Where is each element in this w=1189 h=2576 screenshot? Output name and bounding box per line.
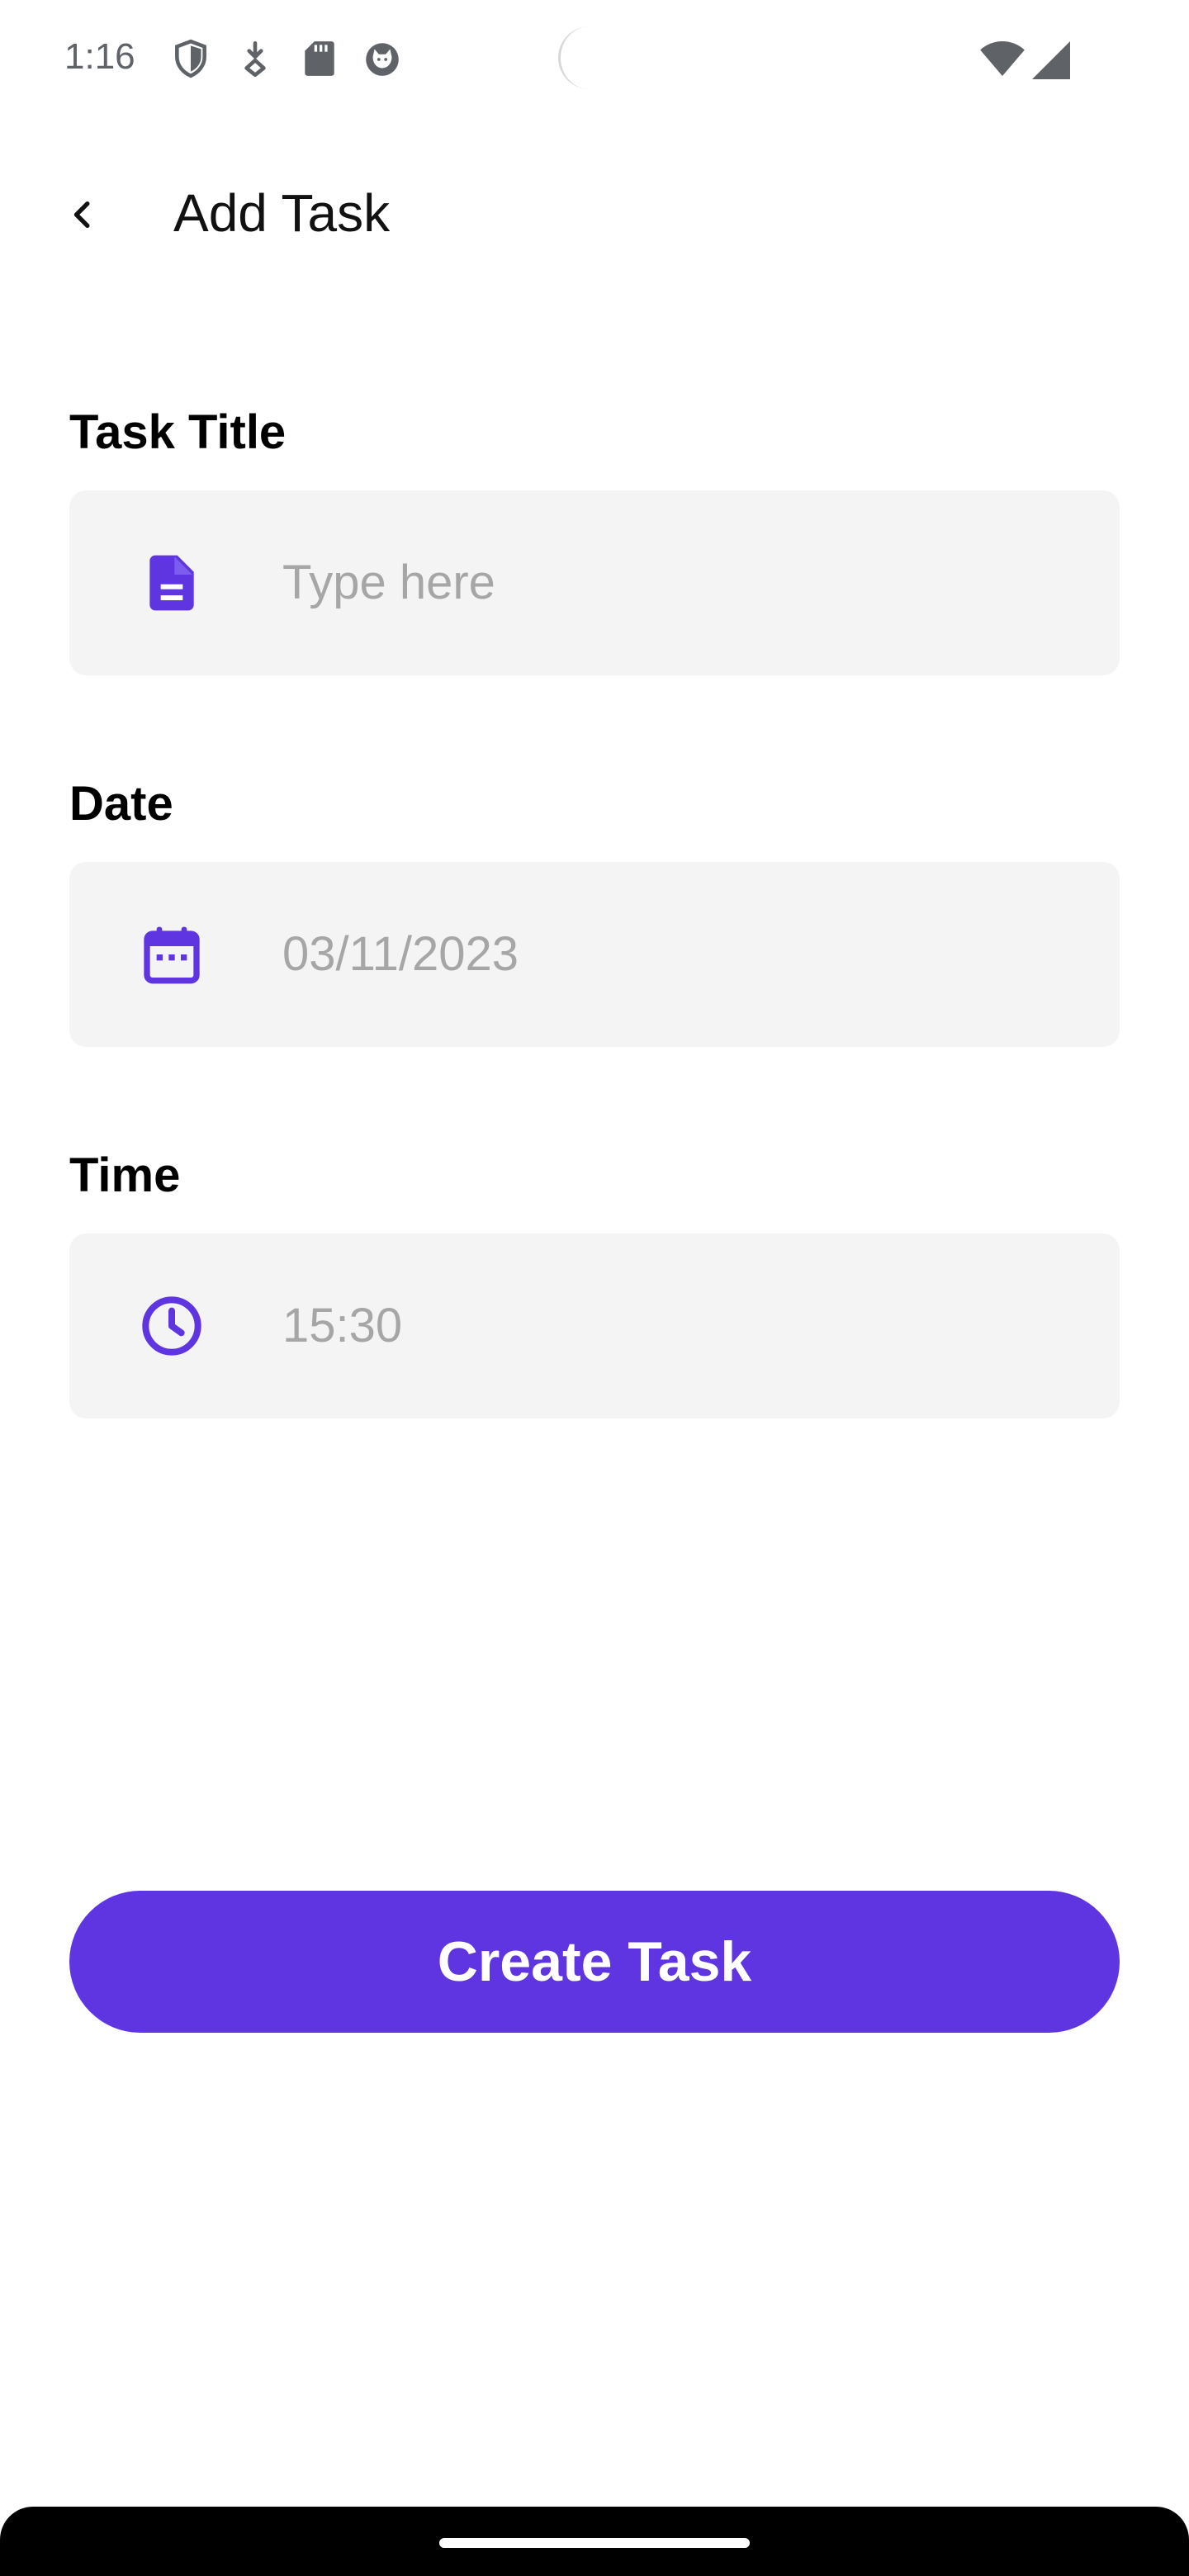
task-title-label: Task Title <box>69 405 287 459</box>
wifi-icon <box>980 41 1025 76</box>
navigation-bar <box>0 2507 1189 2576</box>
time-label: Time <box>69 1148 181 1202</box>
add-task-screen: 1:16 Add Task Task Title Type here Date … <box>0 0 1189 2576</box>
calendar-icon <box>144 926 200 984</box>
home-indicator[interactable] <box>439 2538 750 2548</box>
page-title: Add Task <box>173 183 391 243</box>
cat-icon <box>366 43 399 76</box>
sd-card-icon <box>305 41 334 76</box>
status-bar: 1:16 <box>0 0 1189 124</box>
download-icon <box>244 40 266 78</box>
time-value: 15:30 <box>282 1299 403 1352</box>
app-header: Add Task <box>0 165 1189 264</box>
document-icon <box>149 555 194 611</box>
cellular-signal-icon <box>1032 41 1070 79</box>
chevron-left-icon <box>73 201 90 228</box>
task-title-field[interactable] <box>69 490 1120 675</box>
camera-cutout <box>558 26 621 89</box>
clock-icon <box>142 1296 201 1356</box>
time-field[interactable]: 15:30 <box>69 1234 1120 1418</box>
task-title-input[interactable] <box>282 490 1092 675</box>
date-value: 03/11/2023 <box>282 927 519 981</box>
create-task-button[interactable]: Create Task <box>69 1891 1120 2033</box>
back-button[interactable] <box>51 183 114 246</box>
date-label: Date <box>69 777 173 831</box>
status-time: 1:16 <box>64 36 135 77</box>
shield-icon <box>175 39 206 78</box>
date-field[interactable]: 03/11/2023 <box>69 862 1120 1047</box>
